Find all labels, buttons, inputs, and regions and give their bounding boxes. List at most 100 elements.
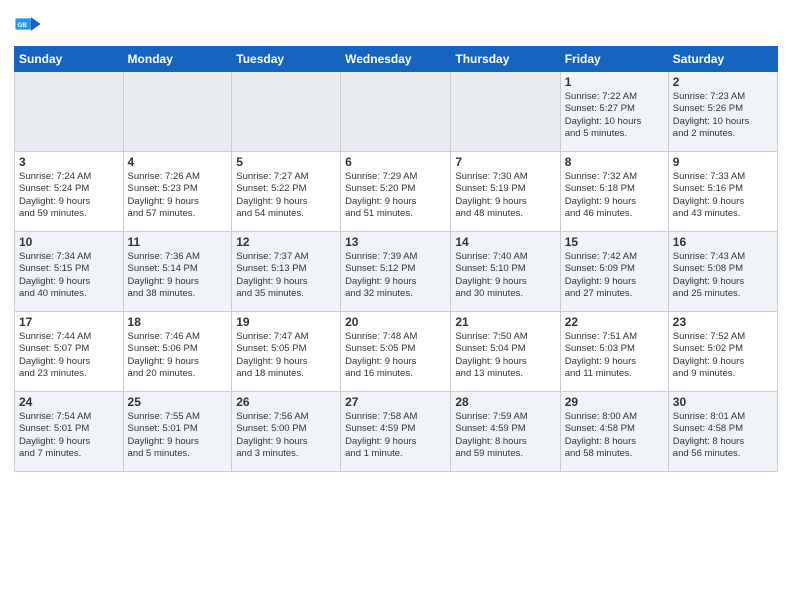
day-info-line: Sunset: 5:18 PM: [565, 183, 664, 195]
day-number: 26: [236, 395, 336, 409]
calendar-cell: 25Sunrise: 7:55 AMSunset: 5:01 PMDayligh…: [123, 392, 232, 472]
day-number: 20: [345, 315, 446, 329]
day-number: 12: [236, 235, 336, 249]
weekday-header-sunday: Sunday: [15, 47, 124, 72]
calendar-cell: 16Sunrise: 7:43 AMSunset: 5:08 PMDayligh…: [668, 232, 777, 312]
day-info-line: Daylight: 9 hours: [565, 356, 664, 368]
day-info-line: Daylight: 9 hours: [236, 196, 336, 208]
day-info-line: Daylight: 9 hours: [19, 196, 119, 208]
calendar-week-row: 24Sunrise: 7:54 AMSunset: 5:01 PMDayligh…: [15, 392, 778, 472]
day-info-line: Daylight: 9 hours: [128, 436, 228, 448]
day-info-line: and 54 minutes.: [236, 208, 336, 220]
day-info-line: Sunset: 5:15 PM: [19, 263, 119, 275]
day-info-line: Sunset: 5:14 PM: [128, 263, 228, 275]
day-info-line: and 48 minutes.: [455, 208, 555, 220]
day-info-line: Sunrise: 7:59 AM: [455, 411, 555, 423]
day-info-line: Sunrise: 7:48 AM: [345, 331, 446, 343]
day-info-line: Sunset: 5:09 PM: [565, 263, 664, 275]
day-info-line: Sunrise: 8:01 AM: [673, 411, 773, 423]
day-info-line: Sunset: 4:59 PM: [455, 423, 555, 435]
day-info-line: Daylight: 9 hours: [565, 276, 664, 288]
day-info-line: and 38 minutes.: [128, 288, 228, 300]
day-info-line: Sunrise: 7:44 AM: [19, 331, 119, 343]
day-number: 16: [673, 235, 773, 249]
logo: GB: [14, 10, 46, 38]
day-number: 24: [19, 395, 119, 409]
day-info-line: Sunset: 5:12 PM: [345, 263, 446, 275]
weekday-header-wednesday: Wednesday: [341, 47, 451, 72]
day-info-line: Sunrise: 7:30 AM: [455, 171, 555, 183]
page-container: GB SundayMondayTuesdayWednesdayThursdayF…: [0, 0, 792, 482]
day-info-line: Daylight: 8 hours: [673, 436, 773, 448]
calendar-cell: 18Sunrise: 7:46 AMSunset: 5:06 PMDayligh…: [123, 312, 232, 392]
day-info-line: Sunset: 4:58 PM: [673, 423, 773, 435]
calendar-cell: [341, 72, 451, 152]
day-info-line: Daylight: 9 hours: [345, 276, 446, 288]
day-info-line: and 27 minutes.: [565, 288, 664, 300]
day-info-line: Daylight: 10 hours: [673, 116, 773, 128]
day-info-line: Daylight: 9 hours: [19, 436, 119, 448]
day-info-line: and 59 minutes.: [19, 208, 119, 220]
calendar-cell: 19Sunrise: 7:47 AMSunset: 5:05 PMDayligh…: [232, 312, 341, 392]
calendar-cell: 11Sunrise: 7:36 AMSunset: 5:14 PMDayligh…: [123, 232, 232, 312]
calendar-cell: 22Sunrise: 7:51 AMSunset: 5:03 PMDayligh…: [560, 312, 668, 392]
calendar-cell: 28Sunrise: 7:59 AMSunset: 4:59 PMDayligh…: [451, 392, 560, 472]
day-info-line: Sunset: 5:05 PM: [345, 343, 446, 355]
day-info-line: Sunrise: 7:29 AM: [345, 171, 446, 183]
day-info-line: Sunrise: 7:22 AM: [565, 91, 664, 103]
day-info-line: and 13 minutes.: [455, 368, 555, 380]
weekday-header-saturday: Saturday: [668, 47, 777, 72]
calendar-cell: [451, 72, 560, 152]
day-number: 9: [673, 155, 773, 169]
calendar-cell: 26Sunrise: 7:56 AMSunset: 5:00 PMDayligh…: [232, 392, 341, 472]
day-number: 28: [455, 395, 555, 409]
day-info-line: and 9 minutes.: [673, 368, 773, 380]
day-info-line: Sunset: 5:01 PM: [128, 423, 228, 435]
day-info-line: Sunset: 4:58 PM: [565, 423, 664, 435]
calendar-cell: [232, 72, 341, 152]
day-info-line: Daylight: 9 hours: [673, 276, 773, 288]
day-info-line: Sunset: 5:03 PM: [565, 343, 664, 355]
calendar-cell: 9Sunrise: 7:33 AMSunset: 5:16 PMDaylight…: [668, 152, 777, 232]
day-info-line: Daylight: 9 hours: [455, 276, 555, 288]
day-info-line: Sunrise: 7:54 AM: [19, 411, 119, 423]
day-info-line: and 20 minutes.: [128, 368, 228, 380]
day-info-line: Sunrise: 7:39 AM: [345, 251, 446, 263]
day-info-line: and 1 minute.: [345, 448, 446, 460]
calendar-cell: 5Sunrise: 7:27 AMSunset: 5:22 PMDaylight…: [232, 152, 341, 232]
day-info-line: Daylight: 9 hours: [128, 276, 228, 288]
day-info-line: and 16 minutes.: [345, 368, 446, 380]
day-info-line: Sunrise: 7:37 AM: [236, 251, 336, 263]
day-info-line: Sunset: 5:04 PM: [455, 343, 555, 355]
day-number: 21: [455, 315, 555, 329]
day-info-line: and 35 minutes.: [236, 288, 336, 300]
day-info-line: Sunset: 5:20 PM: [345, 183, 446, 195]
calendar-cell: 8Sunrise: 7:32 AMSunset: 5:18 PMDaylight…: [560, 152, 668, 232]
day-info-line: Sunset: 5:27 PM: [565, 103, 664, 115]
day-info-line: Sunrise: 7:46 AM: [128, 331, 228, 343]
day-info-line: Daylight: 9 hours: [565, 196, 664, 208]
day-info-line: Sunrise: 7:24 AM: [19, 171, 119, 183]
day-info-line: and 7 minutes.: [19, 448, 119, 460]
calendar-week-row: 10Sunrise: 7:34 AMSunset: 5:15 PMDayligh…: [15, 232, 778, 312]
day-info-line: Sunset: 5:05 PM: [236, 343, 336, 355]
day-info-line: Daylight: 9 hours: [673, 196, 773, 208]
calendar-table: SundayMondayTuesdayWednesdayThursdayFrid…: [14, 46, 778, 472]
calendar-cell: [123, 72, 232, 152]
calendar-cell: 6Sunrise: 7:29 AMSunset: 5:20 PMDaylight…: [341, 152, 451, 232]
calendar-cell: 13Sunrise: 7:39 AMSunset: 5:12 PMDayligh…: [341, 232, 451, 312]
day-info-line: Daylight: 9 hours: [345, 436, 446, 448]
day-info-line: Sunset: 5:23 PM: [128, 183, 228, 195]
day-info-line: Daylight: 9 hours: [345, 196, 446, 208]
day-number: 17: [19, 315, 119, 329]
calendar-cell: [15, 72, 124, 152]
day-number: 8: [565, 155, 664, 169]
calendar-cell: 1Sunrise: 7:22 AMSunset: 5:27 PMDaylight…: [560, 72, 668, 152]
day-info-line: and 18 minutes.: [236, 368, 336, 380]
weekday-header-friday: Friday: [560, 47, 668, 72]
day-number: 3: [19, 155, 119, 169]
day-info-line: Sunrise: 7:23 AM: [673, 91, 773, 103]
day-info-line: Sunrise: 8:00 AM: [565, 411, 664, 423]
day-info-line: and 32 minutes.: [345, 288, 446, 300]
calendar-cell: 24Sunrise: 7:54 AMSunset: 5:01 PMDayligh…: [15, 392, 124, 472]
